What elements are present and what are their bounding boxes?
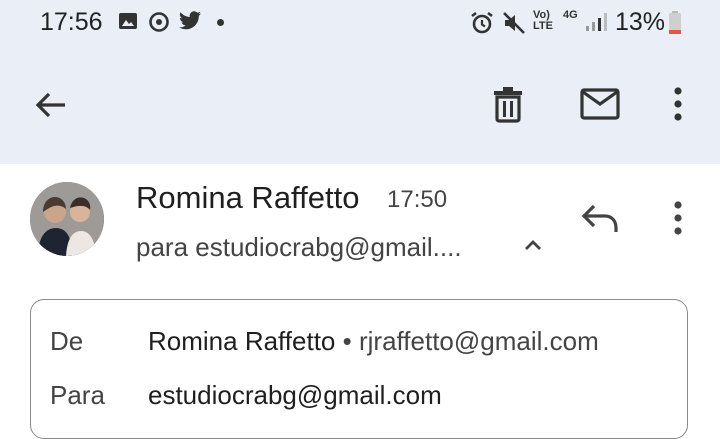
- to-email[interactable]: estudiocrabg@gmail.com: [148, 380, 442, 411]
- mark-unread-button[interactable]: [574, 80, 626, 128]
- message-details-card: [30, 299, 688, 439]
- mute-icon: [503, 12, 525, 34]
- avatar-photo: [30, 182, 104, 256]
- mail-icon: [580, 88, 620, 120]
- message-more-icon[interactable]: [656, 196, 700, 240]
- delete-button[interactable]: [484, 80, 532, 128]
- volte-label: Vo) LTE: [533, 9, 553, 32]
- dot-icon: [217, 19, 224, 26]
- network-type-label: 4G: [563, 9, 578, 21]
- trash-icon: [494, 87, 522, 123]
- from-label: De: [50, 326, 84, 356]
- chevron-up-icon[interactable]: [518, 232, 548, 258]
- sender-avatar[interactable]: [30, 182, 104, 256]
- sync-icon: [149, 12, 169, 32]
- battery-icon: [669, 11, 681, 34]
- image-icon: [119, 13, 137, 29]
- back-arrow-icon: [35, 92, 65, 118]
- more-vert-icon: [674, 87, 682, 121]
- twitter-icon: [179, 11, 201, 30]
- reply-icon[interactable]: [578, 198, 624, 240]
- from-email[interactable]: rjraffetto@gmail.com: [359, 326, 599, 356]
- alarm-icon: [471, 11, 493, 34]
- more-options-button[interactable]: [656, 80, 700, 128]
- status-bar: 17:56 Vo) LTE 4G 13%: [0, 0, 720, 46]
- sender-name: Romina Raffetto: [136, 180, 360, 215]
- back-button[interactable]: [28, 82, 74, 128]
- from-name: Romina Raffetto: [148, 326, 336, 356]
- recipient-summary[interactable]: para estudiocrabg@gmail....: [136, 232, 462, 263]
- from-value: Romina Raffetto • rjraffetto@gmail.com: [148, 326, 599, 357]
- status-time: 17:56: [40, 8, 103, 36]
- message-time: 17:50: [387, 186, 448, 213]
- separator-dot: •: [342, 326, 352, 356]
- battery-percent: 13%: [615, 8, 666, 36]
- to-label: Para: [50, 380, 105, 410]
- signal-icon: [586, 13, 607, 31]
